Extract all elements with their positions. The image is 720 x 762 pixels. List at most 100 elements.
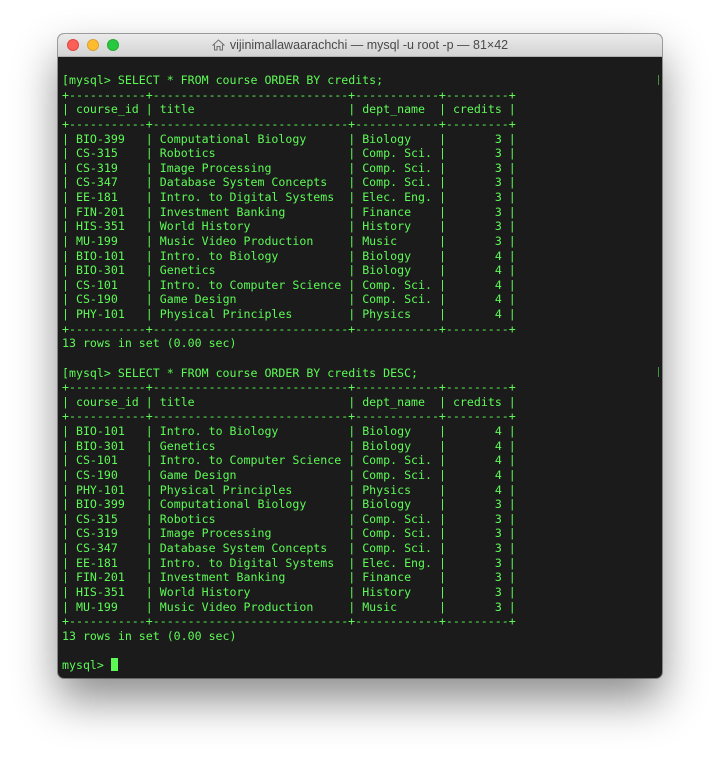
table-cell: Music Video Production bbox=[159, 233, 342, 248]
table-cell: CS-315 bbox=[75, 146, 139, 161]
table-cell: Intro. to Digital Systems bbox=[159, 555, 342, 570]
table-cell: 3 bbox=[452, 131, 502, 146]
table-cell: PHY-101 bbox=[75, 307, 139, 321]
terminal-window: vijinimallawaarachchi — mysql -u root -p… bbox=[58, 34, 662, 678]
table-row: | CS-101 | Intro. to Computer Science | … bbox=[62, 277, 516, 292]
table-cell: Music Video Production bbox=[159, 599, 342, 614]
table-cell: 3 bbox=[452, 219, 502, 234]
table-cell: FIN-201 bbox=[75, 204, 139, 219]
column-header: course_id bbox=[75, 102, 139, 117]
terminal-output[interactable]: [mysql> SELECT * FROM course ORDER BY cr… bbox=[58, 57, 662, 678]
table-cell: Robotics bbox=[159, 511, 342, 526]
column-header: dept_name bbox=[362, 394, 432, 409]
table-cell: Comp. Sci. bbox=[362, 541, 432, 555]
table-cell: 4 bbox=[452, 277, 502, 292]
selection-edge-mark bbox=[658, 367, 659, 377]
table-cell: 3 bbox=[452, 584, 502, 599]
table-cell: CS-315 bbox=[75, 511, 139, 526]
table-cell: Image Processing bbox=[159, 526, 342, 541]
table-cell: Intro. to Biology bbox=[159, 248, 342, 263]
table-cell: Comp. Sci. bbox=[362, 146, 432, 161]
table-cell: Comp. Sci. bbox=[362, 175, 432, 190]
table-row: | CS-101 | Intro. to Computer Science | … bbox=[62, 453, 516, 468]
table-cell: Comp. Sci. bbox=[362, 292, 432, 307]
table-row: | FIN-201 | Investment Banking | Finance… bbox=[62, 570, 516, 585]
command-line-1: [mysql> SELECT * FROM course ORDER BY cr… bbox=[62, 73, 384, 87]
table-cell: 3 bbox=[452, 541, 502, 555]
table-cell: Elec. Eng. bbox=[362, 555, 432, 570]
table-cell: 3 bbox=[452, 599, 502, 614]
title-bar[interactable]: vijinimallawaarachchi — mysql -u root -p… bbox=[58, 34, 662, 57]
table-cell: CS-319 bbox=[75, 160, 139, 175]
active-prompt-line[interactable]: mysql> bbox=[62, 658, 662, 673]
table-cell: 3 bbox=[452, 175, 502, 190]
table-cell: 3 bbox=[452, 555, 502, 570]
table-border: +-----------+---------------------------… bbox=[62, 116, 516, 131]
table-cell: Biology bbox=[362, 424, 432, 438]
table-cell: 3 bbox=[452, 511, 502, 526]
table-cell: BIO-301 bbox=[75, 263, 139, 278]
table-cell: MU-199 bbox=[75, 233, 139, 248]
table-row: | MU-199 | Music Video Production | Musi… bbox=[62, 599, 516, 614]
table-cell: Biology bbox=[362, 497, 432, 512]
table-cell: 4 bbox=[452, 263, 502, 278]
table-cell: CS-190 bbox=[75, 467, 139, 482]
table-row: | BIO-399 | Computational Biology | Biol… bbox=[62, 497, 516, 512]
table-cell: History bbox=[362, 584, 432, 599]
table-row: | PHY-101 | Physical Principles | Physic… bbox=[62, 482, 516, 497]
column-header: course_id bbox=[75, 394, 139, 409]
table-row: | BIO-301 | Genetics | Biology | 4 | bbox=[62, 438, 516, 453]
table-cell: Investment Banking bbox=[159, 570, 342, 585]
table-cell: 4 bbox=[452, 438, 502, 453]
table-cell: 3 bbox=[452, 146, 502, 161]
table-cell: BIO-301 bbox=[75, 438, 139, 453]
table-cell: 4 bbox=[452, 467, 502, 482]
table-cell: Physical Principles bbox=[159, 307, 342, 321]
table-row: | CS-315 | Robotics | Comp. Sci. | 3 | bbox=[62, 511, 516, 526]
window-title-wrap: vijinimallawaarachchi — mysql -u root -p… bbox=[58, 34, 662, 56]
table-row: | HIS-351 | World History | History | 3 … bbox=[62, 584, 516, 599]
result-table-2: +-----------+---------------------------… bbox=[62, 380, 662, 629]
table-cell: 4 bbox=[452, 453, 502, 468]
result-summary-1: 13 rows in set (0.00 sec) bbox=[62, 336, 237, 351]
table-cell: Music bbox=[362, 233, 432, 248]
table-border: +-----------+---------------------------… bbox=[62, 321, 516, 336]
table-cell: Comp. Sci. bbox=[362, 453, 432, 468]
table-cell: Intro. to Biology bbox=[159, 424, 342, 438]
table-cell: 3 bbox=[452, 570, 502, 585]
table-cell: PHY-101 bbox=[75, 482, 139, 497]
table-cell: Computational Biology bbox=[159, 131, 342, 146]
table-cell: HIS-351 bbox=[75, 219, 139, 234]
table-cell: Genetics bbox=[159, 438, 342, 453]
table-cell: Computational Biology bbox=[159, 497, 342, 512]
table-cell: Comp. Sci. bbox=[362, 526, 432, 541]
table-cell: Elec. Eng. bbox=[362, 190, 432, 204]
table-cell: Comp. Sci. bbox=[362, 467, 432, 482]
table-row: | EE-181 | Intro. to Digital Systems | E… bbox=[62, 555, 516, 570]
table-cell: 3 bbox=[452, 526, 502, 541]
table-row: | PHY-101 | Physical Principles | Physic… bbox=[62, 307, 516, 321]
table-cell: EE-181 bbox=[75, 190, 139, 204]
table-row: | FIN-201 | Investment Banking | Finance… bbox=[62, 204, 516, 219]
table-cell: Biology bbox=[362, 263, 432, 278]
table-cell: Physics bbox=[362, 482, 432, 497]
table-border: +-----------+---------------------------… bbox=[62, 614, 516, 629]
home-icon bbox=[211, 39, 225, 51]
table-cell: Comp. Sci. bbox=[362, 277, 432, 292]
table-cell: 4 bbox=[452, 424, 502, 438]
table-cell: BIO-399 bbox=[75, 131, 139, 146]
table-cell: Finance bbox=[362, 570, 432, 585]
table-cell: Investment Banking bbox=[159, 204, 342, 219]
result-table-1: +-----------+---------------------------… bbox=[62, 88, 662, 337]
table-cell: CS-347 bbox=[75, 175, 139, 190]
table-cell: 4 bbox=[452, 248, 502, 263]
table-row: | CS-319 | Image Processing | Comp. Sci.… bbox=[62, 526, 516, 541]
table-cell: BIO-101 bbox=[75, 424, 139, 438]
table-cell: Comp. Sci. bbox=[362, 160, 432, 175]
table-cell: World History bbox=[159, 219, 342, 234]
table-cell: CS-190 bbox=[75, 292, 139, 307]
table-row: | EE-181 | Intro. to Digital Systems | E… bbox=[62, 190, 516, 204]
table-cell: Image Processing bbox=[159, 160, 342, 175]
column-header: title bbox=[159, 394, 342, 409]
